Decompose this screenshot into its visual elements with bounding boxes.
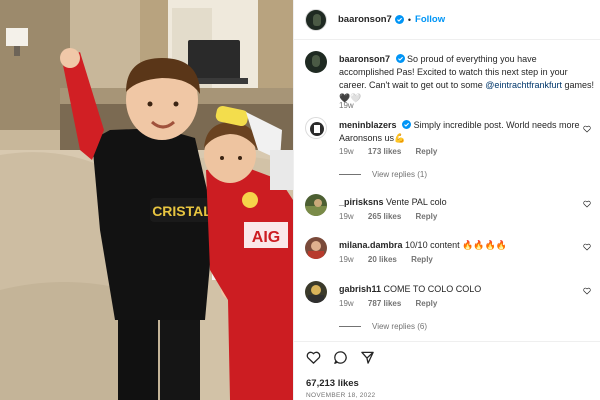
author-avatar[interactable] — [305, 8, 327, 31]
comment-meta: 19w 787 likes Reply — [339, 299, 449, 308]
comment-likes[interactable]: 787 likes — [368, 299, 401, 308]
post-actions: 67,213 likes NOVEMBER 18, 2022 — [294, 341, 600, 400]
view-replies-label[interactable]: View replies (1) — [372, 170, 427, 179]
post-header: baaronson7 • Follow — [294, 0, 600, 40]
comment-likes[interactable]: 173 likes — [368, 147, 401, 156]
post-photo[interactable]: CRISTAL AIG — [0, 0, 293, 400]
comment-time[interactable]: 19w — [339, 299, 354, 308]
commenter-username[interactable]: _pirisksns — [339, 197, 384, 207]
comment-time[interactable]: 19w — [339, 147, 354, 156]
comment-time[interactable]: 19w — [339, 212, 354, 221]
heart-icon[interactable] — [583, 125, 591, 133]
comment-icon[interactable] — [333, 350, 348, 365]
comment-meta: 19w 20 likes Reply — [339, 255, 445, 264]
verified-icon — [395, 54, 405, 63]
comment-text: milana.dambra 10/10 content 🔥🔥🔥🔥 — [339, 239, 594, 252]
comment-text: meninblazers Simply incredible post. Wor… — [339, 119, 594, 145]
reply-button[interactable]: Reply — [416, 212, 438, 221]
share-icon[interactable] — [360, 350, 375, 365]
commenter-avatar[interactable] — [305, 237, 327, 259]
comment-body: COME TO COLO COLO — [383, 284, 482, 294]
caption-meta: 19w — [339, 101, 366, 110]
photo-illustration: CRISTAL AIG — [0, 0, 293, 400]
comment-text: _pirisksns Vente PAL colo — [339, 196, 594, 209]
comment-text: gabrish11 COME TO COLO COLO — [339, 283, 594, 296]
jersey-right-text: AIG — [252, 229, 280, 246]
comment-body: Vente PAL colo — [386, 197, 447, 207]
comment-meta: 19w 173 likes Reply — [339, 147, 449, 156]
post-side-panel: baaronson7 • Follow baaronson7 So proud … — [293, 0, 600, 400]
comment-likes[interactable]: 265 likes — [368, 212, 401, 221]
comments-list[interactable]: baaronson7 So proud of everything you ha… — [294, 41, 600, 341]
caption-text: baaronson7 So proud of everything you ha… — [339, 53, 594, 105]
view-replies-button[interactable]: View replies (1) — [339, 170, 427, 179]
heart-icon[interactable] — [583, 287, 591, 295]
caption-username[interactable]: baaronson7 — [339, 54, 390, 64]
heart-icon[interactable] — [583, 243, 591, 251]
caption-time[interactable]: 19w — [339, 101, 354, 110]
commenter-username[interactable]: meninblazers — [339, 120, 397, 130]
author-username[interactable]: baaronson7 — [338, 14, 392, 25]
follow-button[interactable]: Follow — [415, 14, 445, 25]
heart-icon[interactable] — [306, 350, 321, 365]
jersey-left-text: CRISTAL — [152, 203, 212, 219]
view-replies-label[interactable]: View replies (6) — [372, 322, 427, 331]
replies-divider — [339, 174, 361, 175]
caption-avatar[interactable] — [305, 51, 327, 73]
replies-divider — [339, 326, 361, 327]
caption-part-2: games! — [561, 80, 594, 90]
commenter-username[interactable]: gabrish11 — [339, 284, 381, 294]
comment-meta: 19w 265 likes Reply — [339, 212, 449, 221]
comment-body: 10/10 content 🔥🔥🔥🔥 — [405, 240, 507, 250]
reply-button[interactable]: Reply — [411, 255, 433, 264]
post-date[interactable]: NOVEMBER 18, 2022 — [306, 392, 375, 399]
header-separator: • — [407, 14, 412, 25]
commenter-avatar[interactable] — [305, 117, 327, 139]
verified-icon — [402, 120, 412, 129]
reply-button[interactable]: Reply — [416, 147, 438, 156]
heart-icon[interactable] — [583, 200, 591, 208]
likes-count[interactable]: 67,213 likes — [306, 378, 359, 389]
action-icons — [306, 350, 375, 365]
comment-time[interactable]: 19w — [339, 255, 354, 264]
commenter-username[interactable]: milana.dambra — [339, 240, 403, 250]
view-replies-button[interactable]: View replies (6) — [339, 322, 427, 331]
commenter-avatar[interactable] — [305, 281, 327, 303]
reply-button[interactable]: Reply — [416, 299, 438, 308]
commenter-avatar[interactable] — [305, 194, 327, 216]
caption-mention[interactable]: @eintrachtfrankfurt — [485, 80, 562, 90]
comment-likes[interactable]: 20 likes — [368, 255, 397, 264]
verified-icon — [394, 15, 404, 24]
